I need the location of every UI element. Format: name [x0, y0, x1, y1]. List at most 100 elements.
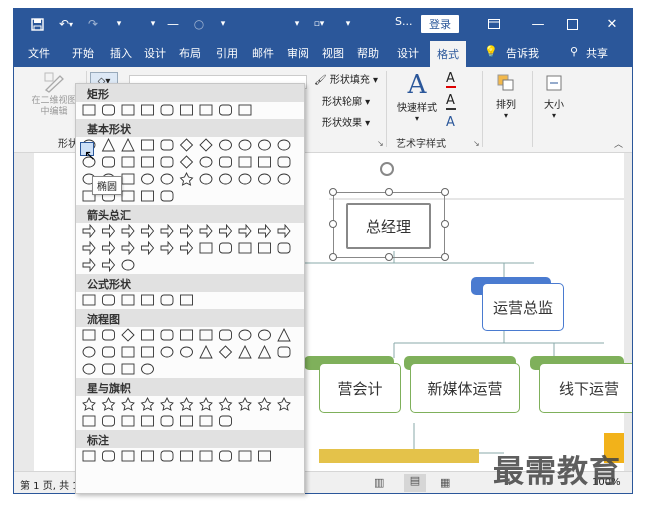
- qat-dropdown-icon-4[interactable]: ▾: [288, 15, 306, 33]
- shape-thumbnail: [160, 104, 174, 116]
- qat-dropdown-icon-5[interactable]: ▾: [339, 15, 357, 33]
- shape-outline-label: 形状轮廓: [322, 97, 362, 108]
- collapse-ribbon-icon[interactable]: ︿: [614, 137, 623, 150]
- shape-row-callouts[interactable]: [76, 448, 304, 465]
- tab-mailings[interactable]: 邮件: [252, 45, 274, 61]
- shape-thumbnail: [121, 415, 135, 427]
- maximize-icon[interactable]: [554, 13, 590, 35]
- shape-thumbnail: [141, 450, 154, 462]
- shape-thumbnail: [121, 294, 135, 306]
- chevron-down-icon: ▾: [414, 114, 419, 123]
- undo-icon[interactable]: ↶ ▾: [54, 15, 78, 33]
- tab-file[interactable]: 文件: [28, 45, 50, 61]
- shape-thumbnail: [121, 363, 135, 375]
- section-callouts: 标注: [76, 430, 304, 448]
- minimize-icon[interactable]: —: [520, 13, 556, 35]
- shape-row-stars-1[interactable]: [76, 396, 304, 413]
- share-button[interactable]: 共享: [586, 45, 608, 61]
- node-offline-ops[interactable]: 线下运营: [539, 363, 632, 413]
- qat-dropdown-icon-2[interactable]: ▾: [144, 15, 162, 33]
- shape-gallery-dropdown[interactable]: 矩形 基本形状 箭头总汇 公式形状 流程图 星与旗帜 标注 椭圆 ↖: [75, 83, 305, 494]
- tab-format[interactable]: 格式: [430, 41, 466, 67]
- shape-thumbnail: [258, 224, 272, 238]
- qat-more-icon[interactable]: ▫▾: [310, 15, 328, 33]
- redo-icon[interactable]: ↷: [84, 15, 102, 33]
- shape-row-flow-1[interactable]: [76, 327, 304, 344]
- arrange-icon: [497, 74, 514, 91]
- qat-dropdown-icon-3[interactable]: ▾: [214, 15, 232, 33]
- shape-thumbnail: [258, 139, 271, 151]
- tell-me-box[interactable]: 告诉我: [506, 45, 539, 61]
- shape-thumbnail: [101, 138, 116, 152]
- tab-insert[interactable]: 插入: [110, 45, 132, 61]
- shape-thumbnail: [219, 104, 232, 116]
- shape-row-arrows-3[interactable]: [76, 257, 304, 274]
- shape-thumbnail: [102, 258, 116, 272]
- shape-row-equation[interactable]: [76, 292, 304, 309]
- text-fill-button[interactable]: A: [446, 71, 456, 88]
- tab-layout[interactable]: 布局: [179, 45, 201, 61]
- shape-row-flow-3[interactable]: [76, 361, 304, 378]
- document-title: S...: [395, 15, 413, 28]
- page-indicator[interactable]: 第 1 页, 共 1: [20, 477, 79, 492]
- save-icon[interactable]: [28, 15, 46, 33]
- shape-row-basic-2[interactable]: [76, 154, 304, 171]
- arrange-button[interactable]: 排列 ▾: [488, 73, 524, 120]
- tab-home[interactable]: 开始: [72, 45, 94, 61]
- shape-fill-label: 形状填充: [329, 75, 370, 86]
- shape-row-rectangles[interactable]: [76, 102, 304, 119]
- edit-in-2d-button[interactable]: 在二维视图中编辑: [30, 71, 78, 118]
- tooltip-text: 椭圆: [97, 182, 117, 193]
- tab-design[interactable]: 设计: [144, 45, 166, 61]
- qat-dropdown-icon[interactable]: ▾: [110, 15, 128, 33]
- tab-smartart-design[interactable]: 设计: [397, 45, 419, 61]
- circle-icon[interactable]: ○: [190, 15, 208, 33]
- ribbon-display-icon[interactable]: [476, 13, 512, 35]
- line-icon[interactable]: —: [164, 15, 182, 33]
- shape-thumbnail: [199, 415, 213, 427]
- shape-row-flow-2[interactable]: [76, 344, 304, 361]
- shape-outline-button[interactable]: 形状轮廓 ▾: [322, 93, 370, 108]
- size-button[interactable]: 大小 ▾: [536, 73, 572, 120]
- shape-effects-button[interactable]: 形状效果 ▾: [322, 114, 370, 129]
- print-layout-icon[interactable]: ▤: [404, 474, 426, 492]
- node-accountant[interactable]: 营会计: [319, 363, 401, 413]
- shape-thumbnail: [180, 224, 194, 238]
- text-effects-button[interactable]: A: [446, 115, 455, 130]
- tab-help[interactable]: 帮助: [357, 45, 379, 61]
- shape-thumbnail: [257, 345, 272, 359]
- shape-fill-button[interactable]: 🖌 形状填充 ▾: [314, 71, 378, 86]
- shape-thumbnail: [102, 294, 115, 306]
- close-icon[interactable]: ✕: [594, 13, 630, 35]
- shape-thumbnail: [219, 224, 233, 238]
- quick-styles-button[interactable]: A 快速样式 ▾: [392, 71, 442, 123]
- web-layout-icon[interactable]: ▦: [440, 476, 450, 489]
- read-mode-icon[interactable]: ▥: [374, 476, 384, 489]
- resize-handle: [385, 188, 393, 196]
- shape-row-stars-2[interactable]: [76, 413, 304, 430]
- dialog-launcher-icon-2[interactable]: ↘: [473, 139, 480, 148]
- shape-row-arrows-1[interactable]: [76, 223, 304, 240]
- shape-thumbnail: [101, 397, 116, 411]
- shape-thumbnail: [102, 156, 115, 168]
- selection-handles[interactable]: [327, 161, 453, 265]
- shape-row-basic-1[interactable]: [76, 137, 304, 154]
- dialog-launcher-icon[interactable]: ↘: [377, 139, 384, 148]
- quick-styles-label: 快速样式: [397, 103, 437, 114]
- shape-thumbnail: [258, 242, 271, 254]
- shape-thumbnail: [179, 155, 194, 169]
- tab-references[interactable]: 引用: [216, 45, 238, 61]
- shape-thumbnail: [199, 329, 213, 341]
- text-outline-button[interactable]: A: [446, 93, 456, 110]
- login-button[interactable]: 登录: [421, 15, 459, 33]
- shape-thumbnail: [160, 329, 174, 341]
- tab-review[interactable]: 审阅: [287, 45, 309, 61]
- shape-row-arrows-2[interactable]: [76, 240, 304, 257]
- node-new-media[interactable]: 新媒体运营: [410, 363, 520, 413]
- shape-thumbnail: [141, 363, 154, 375]
- tab-view[interactable]: 视图: [322, 45, 344, 61]
- resize-handle: [441, 188, 449, 196]
- shape-thumbnail: [121, 224, 135, 238]
- node-operations-director[interactable]: 运营总监: [482, 283, 564, 331]
- shape-thumbnail: [238, 345, 252, 359]
